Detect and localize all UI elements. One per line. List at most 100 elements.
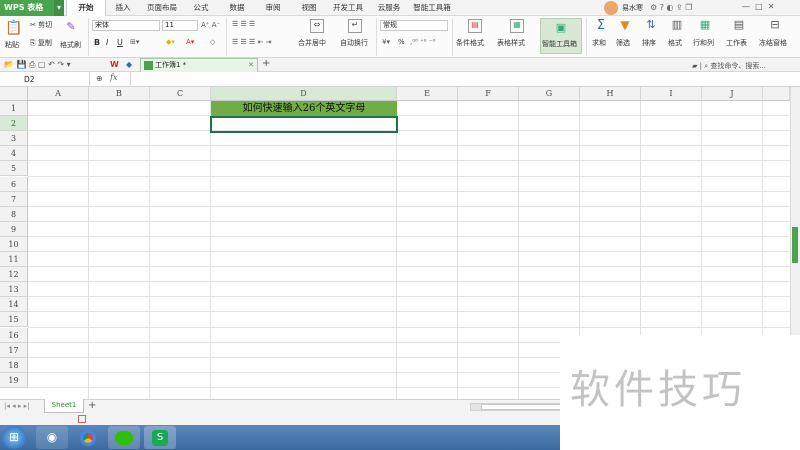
print-icon[interactable]: ⎙ (29, 60, 35, 69)
row-header[interactable]: 17 (0, 342, 28, 358)
fill-color-icon[interactable]: ◆▾ (166, 38, 175, 46)
column-header[interactable]: E (397, 87, 458, 101)
customize-icon[interactable]: ▾ (67, 60, 71, 69)
search-box[interactable]: ▰ | ⌕ 查找命令、搜索... (692, 61, 766, 71)
tab-developer[interactable]: 开发工具 (326, 0, 370, 16)
font-color-icon[interactable]: A▾ (186, 38, 194, 46)
zoom-icon[interactable]: ⊕ (96, 74, 103, 83)
tab-formulas[interactable]: 公式 (186, 0, 216, 16)
close-icon[interactable]: ✕ (768, 2, 775, 11)
save-icon[interactable]: 💾 (17, 60, 27, 69)
select-all-corner[interactable] (0, 87, 28, 101)
wechat-icon[interactable] (108, 426, 140, 449)
percent-button[interactable]: % (398, 38, 405, 46)
sum-icon[interactable]: Σ (594, 18, 608, 33)
cut-button[interactable]: ✂ 剪切 (30, 20, 52, 30)
table-style-icon[interactable]: ▦ (510, 19, 524, 33)
tab-view[interactable]: 视图 (294, 0, 324, 16)
row-header[interactable]: 12 (0, 267, 28, 283)
freeze-button[interactable]: 冻结窗格 (759, 38, 787, 48)
minimize-icon[interactable]: — (742, 2, 750, 11)
message-icon[interactable]: ▰ (692, 62, 697, 70)
close-tab-icon[interactable]: ✕ (248, 59, 254, 72)
sheet-tab[interactable]: Sheet1 (44, 399, 84, 413)
thousands-icon[interactable]: ,⁰⁰ ⁺⁰ ⁻⁰ (410, 38, 435, 46)
format-painter-label[interactable]: 格式刷 (60, 40, 81, 50)
sheet-nav-icons[interactable]: |◂ ◂ ▸ ▸| (4, 402, 29, 410)
help-icon[interactable]: ? (660, 3, 664, 12)
sum-button[interactable]: 求和 (592, 38, 606, 48)
format-button[interactable]: 格式 (668, 38, 682, 48)
underline-button[interactable]: U (117, 38, 123, 47)
tab-data[interactable]: 数据 (222, 0, 252, 16)
row-header[interactable]: 8 (0, 206, 28, 222)
border-icon[interactable]: ⊞▾ (130, 38, 139, 46)
italic-button[interactable]: I (106, 38, 108, 47)
tab-cloud[interactable]: 云服务 (372, 0, 406, 16)
skin-icon[interactable]: ◐ (667, 3, 674, 12)
undo-icon[interactable]: ↶ (48, 60, 55, 69)
tab-insert[interactable]: 插入 (108, 0, 138, 16)
status-icon[interactable] (78, 415, 86, 423)
number-format-select[interactable]: 常规 (380, 20, 448, 31)
row-header[interactable]: 18 (0, 357, 28, 373)
column-header[interactable]: F (458, 87, 519, 101)
redo-icon[interactable]: ↷ (57, 60, 64, 69)
row-header[interactable]: 7 (0, 191, 28, 207)
row-col-button[interactable]: 行和列 (693, 38, 714, 48)
row-header[interactable]: 4 (0, 146, 28, 162)
active-cell-d2[interactable] (210, 116, 398, 133)
windows-start-icon[interactable]: ⊞ (2, 426, 26, 449)
worksheet-icon[interactable]: ▤ (732, 18, 746, 31)
maximize-icon[interactable]: □ (755, 2, 763, 11)
align-h-icons[interactable]: ☰ ☰ ☰ ⇤ ⇥ (232, 38, 271, 46)
conditional-format-button[interactable]: 条件格式 (456, 38, 484, 48)
row-header[interactable]: 6 (0, 176, 28, 192)
row-header[interactable]: 2 (0, 116, 28, 132)
row-header[interactable]: 9 (0, 221, 28, 237)
scroll-thumb[interactable] (792, 227, 798, 263)
column-header[interactable]: J (702, 87, 763, 101)
name-box[interactable]: D2 (0, 72, 90, 87)
freeze-icon[interactable]: ⊟ (768, 18, 782, 31)
filter-button[interactable]: 筛选 (616, 38, 630, 48)
font-size-select[interactable]: 11 (162, 20, 198, 31)
column-header[interactable]: C (150, 87, 211, 101)
clear-format-icon[interactable]: ◇ (210, 38, 215, 46)
row-header[interactable]: 5 (0, 161, 28, 177)
sort-icon[interactable]: ⇅ (644, 18, 658, 31)
tab-review[interactable]: 审阅 (258, 0, 288, 16)
media-icon[interactable]: ◉ (36, 426, 68, 449)
row-header[interactable]: 1 (0, 101, 28, 117)
settings-icon[interactable]: ⚙ (650, 3, 657, 12)
row-header[interactable]: 19 (0, 372, 28, 388)
row-header[interactable]: 3 (0, 131, 28, 147)
align-icons[interactable]: ☰ ☰ ☰ (232, 20, 255, 28)
share-icon[interactable]: ⇪ (676, 3, 683, 12)
row-header[interactable]: 15 (0, 312, 28, 328)
sort-button[interactable]: 排序 (642, 38, 656, 48)
column-header[interactable]: H (580, 87, 641, 101)
cell-d1[interactable]: 如何快速输入26个英文字母 (211, 101, 397, 117)
column-header-selected[interactable]: D (211, 87, 397, 101)
filter-icon[interactable]: ▼ (618, 18, 632, 32)
format-painter-icon[interactable]: ✎ (64, 20, 78, 33)
restore-icon[interactable]: ❐ (685, 3, 692, 12)
column-header[interactable]: A (28, 87, 89, 101)
column-header[interactable]: B (89, 87, 150, 101)
app-menu-arrow[interactable]: ▾ (54, 0, 64, 16)
tab-page-layout[interactable]: 页面布局 (140, 0, 184, 16)
column-header[interactable] (763, 87, 790, 101)
new-tab-button[interactable]: + (262, 58, 270, 69)
table-style-button[interactable]: 表格样式 (497, 38, 525, 48)
row-header[interactable]: 11 (0, 252, 28, 268)
column-header[interactable]: G (519, 87, 580, 101)
row-header[interactable]: 14 (0, 297, 28, 313)
font-name-select[interactable]: 宋体 (92, 20, 160, 31)
search-input[interactable]: 查找命令、搜索... (710, 62, 766, 70)
merge-icon[interactable]: ⇔ (310, 19, 324, 33)
row-header[interactable]: 10 (0, 236, 28, 252)
tab-home[interactable]: 开始 (66, 0, 106, 17)
cloud-doc-icon[interactable]: ◆ (126, 60, 132, 69)
wps-logo-icon[interactable]: W (110, 60, 119, 69)
